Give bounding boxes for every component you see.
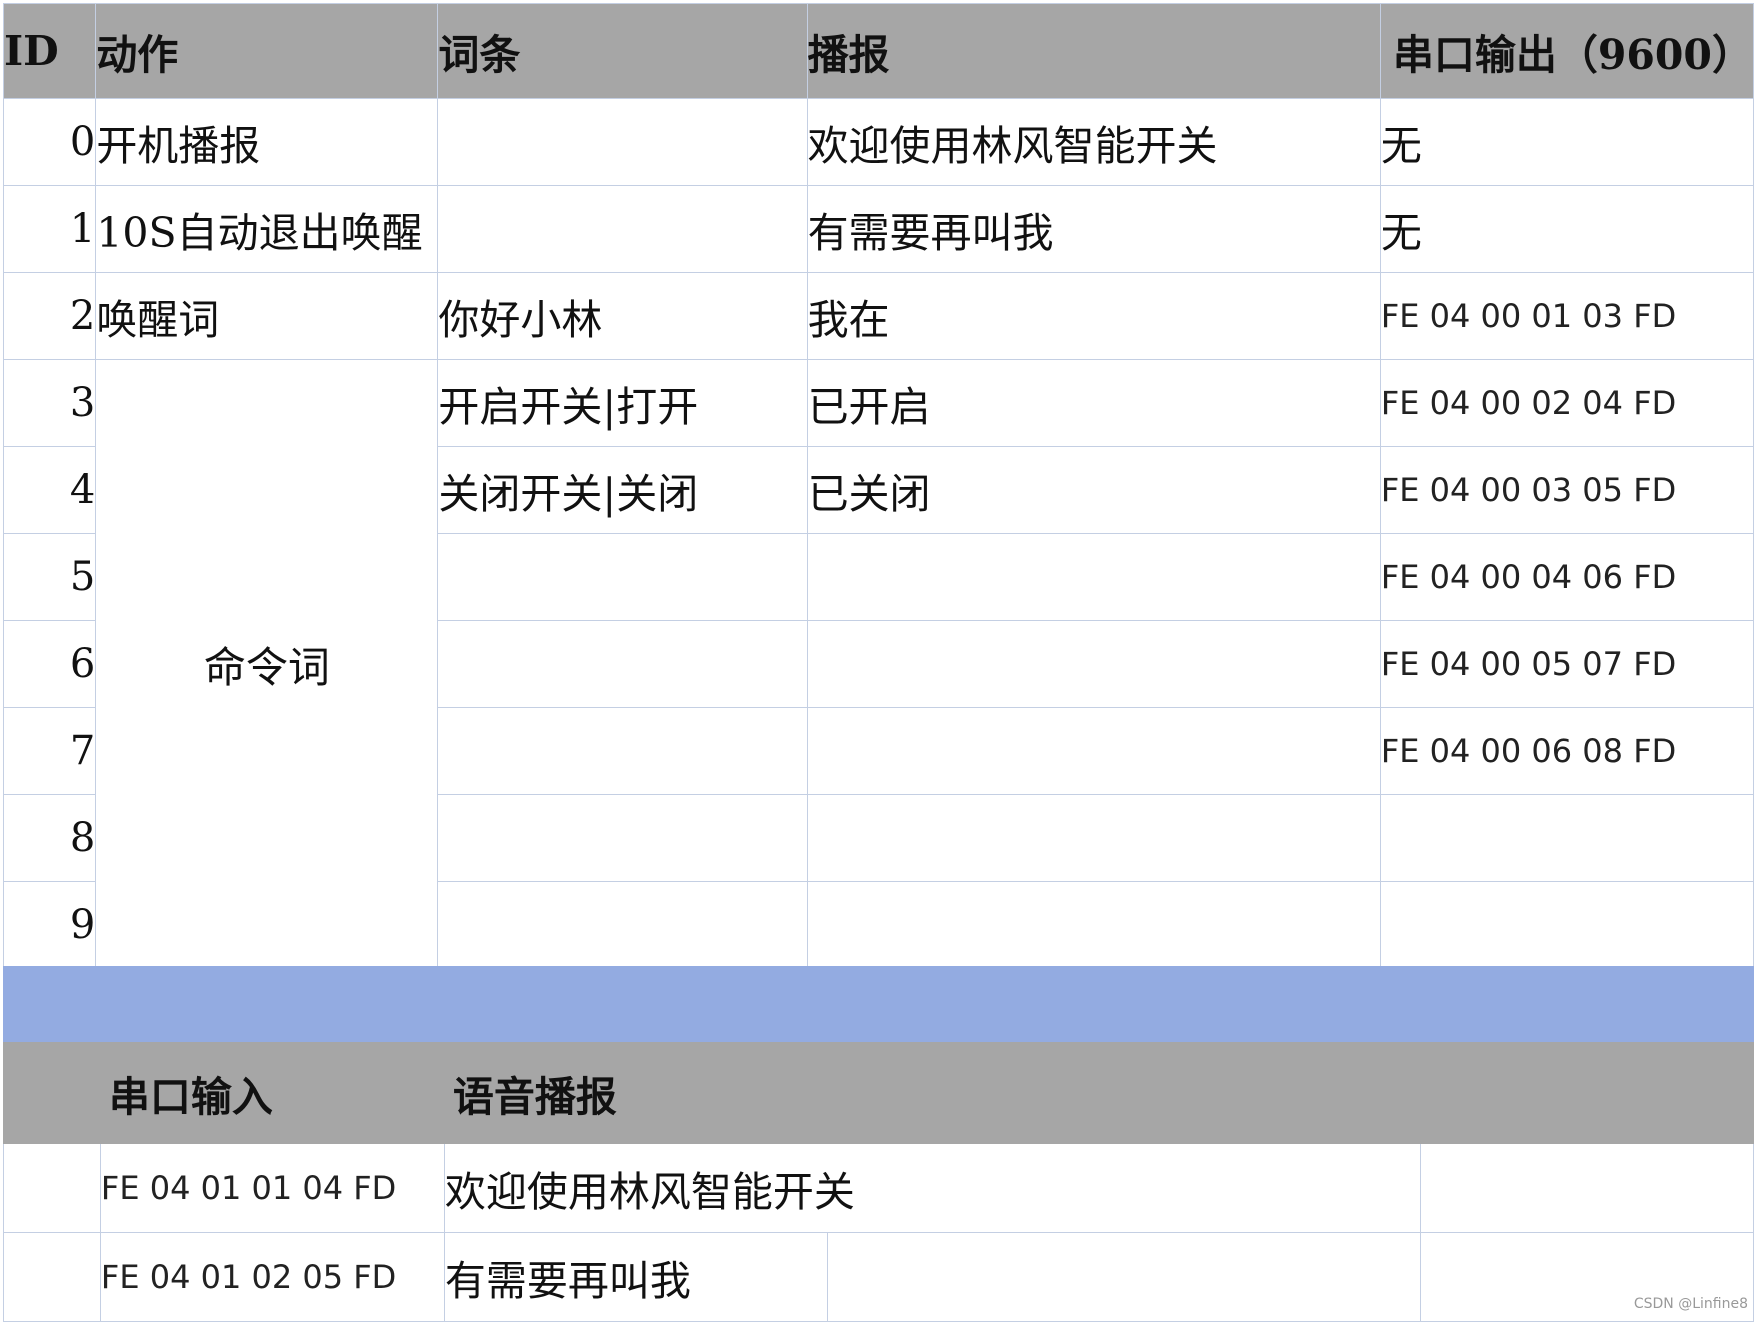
section-divider-band	[3, 966, 1754, 1042]
header-serial-input: 串口输入	[99, 1042, 445, 1144]
row-entry	[437, 533, 808, 621]
serial-input-table: 串口输入 语音播报 FE 04 01 01 04 FD 欢迎使用林风智能开关 F…	[3, 1042, 1754, 1322]
header-entry: 词条	[437, 3, 808, 99]
row-broadcast	[806, 533, 1381, 621]
row-entry: 关闭开关|关闭	[437, 446, 808, 534]
row-broadcast	[806, 794, 1381, 882]
row-entry: 开启开关|打开	[437, 359, 808, 447]
header-id: ID	[2, 3, 97, 99]
row-serial: FE 04 00 02 04 FD	[1379, 359, 1754, 447]
table-header-row: ID 动作 词条 播报 串口输出（9600）	[2, 3, 1754, 99]
row-id: 0	[2, 98, 97, 186]
row-serial: FE 04 00 01 03 FD	[1379, 272, 1754, 360]
row-id: 3	[2, 359, 97, 447]
row-broadcast	[806, 620, 1381, 708]
row-serial: 无	[1379, 98, 1754, 186]
row-broadcast: 我在	[806, 272, 1381, 360]
row-entry	[437, 620, 808, 708]
blank-cell	[1420, 1143, 1754, 1233]
row-id: 4	[2, 446, 97, 534]
row-broadcast: 已开启	[806, 359, 1381, 447]
row-id: 7	[2, 707, 97, 795]
header-blank	[3, 1042, 101, 1144]
row-serial: FE 04 00 04 06 FD	[1379, 533, 1754, 621]
blank-cell	[826, 1232, 1422, 1322]
row-entry	[437, 794, 808, 882]
row-id: 6	[2, 620, 97, 708]
table-row: 2 唤醒词 你好小林 我在 FE 04 00 01 03 FD	[2, 272, 1754, 360]
row-entry	[437, 185, 808, 273]
blank-cell	[3, 1143, 101, 1233]
row-id: 1	[2, 185, 97, 273]
header-broadcast: 播报	[806, 3, 1381, 99]
row-action: 开机播报	[95, 98, 439, 186]
row-broadcast: 已关闭	[806, 446, 1381, 534]
table-row: 1 10S自动退出唤醒 有需要再叫我 无	[2, 185, 1754, 273]
row-id: 5	[2, 533, 97, 621]
row-voice: 欢迎使用林风智能开关	[443, 1143, 1422, 1233]
watermark: CSDN @Linfine8	[1633, 1296, 1748, 1312]
row-serial: FE 04 00 03 05 FD	[1379, 446, 1754, 534]
row-serial: FE 04 00 05 07 FD	[1379, 620, 1754, 708]
row-entry	[437, 98, 808, 186]
row-action: 唤醒词	[95, 272, 439, 360]
row-serial-input: FE 04 01 02 05 FD	[99, 1232, 445, 1322]
table-row: 0 开机播报 欢迎使用林风智能开关 无	[2, 98, 1754, 186]
row-broadcast	[806, 881, 1381, 969]
row-id: 2	[2, 272, 97, 360]
row-voice: 有需要再叫我	[443, 1232, 828, 1322]
blank-cell	[3, 1232, 101, 1322]
row-serial	[1379, 881, 1754, 969]
row-entry: 你好小林	[437, 272, 808, 360]
row-broadcast	[806, 707, 1381, 795]
header-serial-output: 串口输出（9600）	[1379, 3, 1754, 99]
header-voice-broadcast: 语音播报	[443, 1042, 1754, 1144]
row-broadcast: 有需要再叫我	[806, 185, 1381, 273]
table-row: FE 04 01 01 04 FD 欢迎使用林风智能开关	[3, 1143, 1754, 1233]
row-serial: FE 04 00 06 08 FD	[1379, 707, 1754, 795]
row-broadcast: 欢迎使用林风智能开关	[806, 98, 1381, 186]
table-row: 3 命令词 开启开关|打开 已开启 FE 04 00 02 04 FD	[2, 359, 1754, 969]
row-serial-input: FE 04 01 01 04 FD	[99, 1143, 445, 1233]
row-action-merged: 命令词	[95, 359, 439, 969]
row-id: 8	[2, 794, 97, 882]
header-action: 动作	[95, 3, 439, 99]
row-entry	[437, 881, 808, 969]
serial-table-header-row: 串口输入 语音播报	[3, 1042, 1754, 1144]
row-action: 10S自动退出唤醒	[95, 185, 439, 273]
row-id: 9	[2, 881, 97, 969]
row-entry	[437, 707, 808, 795]
command-table: ID 动作 词条 播报 串口输出（9600） 0 开机播报 欢迎使用林风智能开关…	[2, 3, 1754, 969]
row-serial: 无	[1379, 185, 1754, 273]
row-serial	[1379, 794, 1754, 882]
table-row: FE 04 01 02 05 FD 有需要再叫我	[3, 1232, 1754, 1322]
